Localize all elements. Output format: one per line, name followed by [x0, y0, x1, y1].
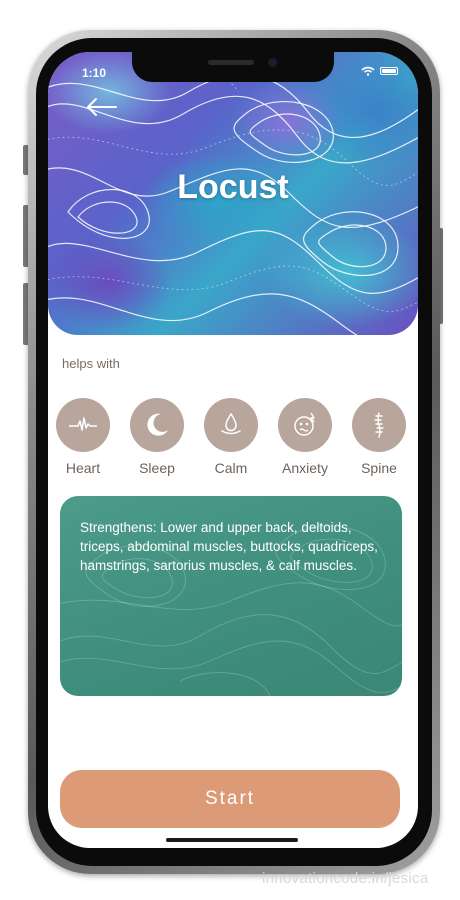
benefit-label: Sleep: [139, 460, 175, 476]
benefits-row: Heart Sleep Calm Anxiety Spine: [48, 398, 418, 488]
benefit-spine[interactable]: Spine: [344, 398, 414, 476]
benefit-label: Calm: [214, 460, 248, 476]
watermark-text: innovationcode.in/jesica: [262, 870, 429, 887]
home-indicator[interactable]: [166, 838, 298, 842]
heartbeat-icon: [69, 417, 97, 431]
front-camera: [268, 58, 277, 67]
benefit-label: Anxiety: [282, 460, 328, 476]
status-time: 1:10: [82, 66, 107, 80]
hero-banner: Locust: [48, 52, 418, 335]
exercise-title: Locust: [177, 168, 289, 206]
exercise-info-card: Strengthens: Lower and upper back, delto…: [60, 496, 402, 696]
benefit-icon-circle: [56, 398, 110, 452]
benefit-anxiety[interactable]: Anxiety: [270, 398, 340, 476]
benefit-label: Spine: [361, 460, 397, 476]
anxious-face-icon: [294, 412, 315, 436]
battery-icon: [380, 67, 398, 75]
arrow-left-icon: [87, 98, 117, 116]
benefit-icon-circle: [352, 398, 406, 452]
benefit-calm[interactable]: Calm: [196, 398, 266, 476]
moon-icon: [147, 413, 168, 436]
benefit-heart[interactable]: Heart: [48, 398, 118, 476]
spine-icon: [374, 412, 384, 438]
app-screen: Locust 1:10 helps with Heart Sleep Calm …: [48, 52, 418, 848]
benefit-icon-circle: [130, 398, 184, 452]
benefit-label: Heart: [65, 460, 101, 476]
exercise-description: Strengthens: Lower and upper back, delto…: [80, 520, 378, 573]
phone-notch: [132, 52, 334, 82]
benefit-icon-circle: [278, 398, 332, 452]
earpiece-speaker: [208, 60, 254, 65]
wifi-icon: [361, 66, 375, 76]
droplet-icon: [221, 412, 241, 435]
status-icons: [361, 66, 398, 76]
back-button[interactable]: [86, 96, 118, 118]
benefit-sleep[interactable]: Sleep: [122, 398, 192, 476]
helps-with-label: helps with: [62, 356, 120, 371]
benefit-icon-circle: [204, 398, 258, 452]
start-button[interactable]: Start: [60, 770, 400, 828]
